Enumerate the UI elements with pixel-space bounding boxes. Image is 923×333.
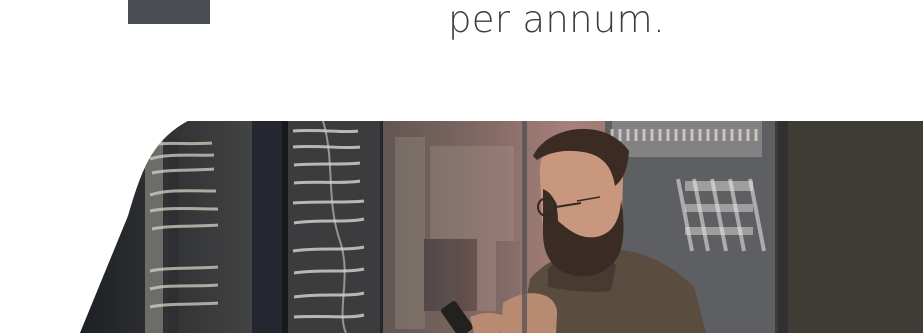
dark-accent-block bbox=[128, 0, 210, 24]
stat-caption: per annum. bbox=[448, 0, 666, 41]
hero-photo-illustration bbox=[80, 121, 923, 333]
dark-side-panel bbox=[775, 121, 923, 333]
hero-image bbox=[0, 121, 923, 333]
page: per annum. bbox=[0, 0, 923, 333]
